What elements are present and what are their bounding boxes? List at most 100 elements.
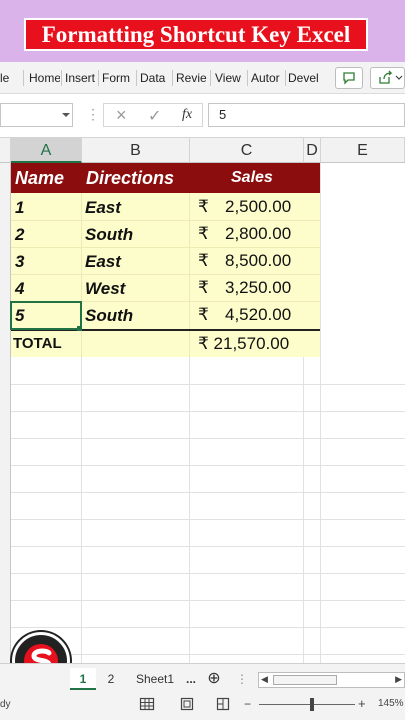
header-sales[interactable]: Sales [231, 163, 273, 193]
cell-amount[interactable]: 8,500.00 [225, 247, 291, 274]
sheet-tab-1[interactable]: 1 [70, 668, 96, 690]
header-name[interactable]: Name [15, 163, 64, 193]
gridline [320, 163, 321, 663]
zoom-in-button[interactable]: + [358, 696, 366, 711]
status-bar: dy 1 2 Sheet1 ... ⊕ ⋮ ◀ ▶ − + 145% [0, 663, 405, 720]
tab-review[interactable]: Revie [176, 71, 207, 85]
gridline [81, 193, 82, 357]
cell-direction[interactable]: South [85, 221, 133, 248]
gridline [11, 573, 405, 574]
cell-direction[interactable]: East [85, 194, 121, 221]
column-header-e[interactable]: E [321, 138, 405, 163]
banner-title: Formatting Shortcut Key Excel [24, 18, 368, 51]
share-icon [379, 70, 403, 84]
gridline [11, 519, 405, 520]
page-layout-icon[interactable] [179, 696, 195, 712]
cell-direction[interactable]: East [85, 248, 121, 275]
tab-developer[interactable]: Devel [288, 71, 320, 85]
cell-name[interactable]: 2 [15, 221, 24, 248]
table-body: 1 East ₹ 2,500.00 2 South ₹ 2,800.00 3 E… [10, 193, 320, 357]
cell-amount[interactable]: 2,500.00 [225, 193, 291, 220]
insert-function-icon[interactable]: fx [182, 107, 192, 123]
gridline [11, 465, 405, 466]
tab-home[interactable]: Home [29, 71, 60, 85]
cell-amount[interactable]: 2,800.00 [225, 220, 291, 247]
comments-button[interactable] [335, 67, 363, 89]
cell-name[interactable]: 3 [15, 248, 24, 275]
cell-name[interactable]: 5 [15, 302, 24, 329]
tab-data[interactable]: Data [140, 71, 171, 85]
tab-separator [210, 70, 211, 86]
cell-direction[interactable]: South [85, 302, 133, 329]
page-break-icon[interactable] [215, 696, 231, 712]
zoom-slider-handle[interactable] [310, 698, 314, 711]
tab-separator [61, 70, 62, 86]
formula-input[interactable]: 5 [208, 103, 405, 127]
formula-bar-dots: ⋮ [86, 106, 100, 122]
tab-separator [136, 70, 137, 86]
comment-icon [343, 72, 355, 85]
tab-separator [23, 70, 24, 86]
column-header-b[interactable]: B [82, 138, 190, 163]
scroll-right-icon[interactable]: ▶ [395, 674, 402, 685]
gridline [11, 627, 405, 628]
cell-currency: ₹ [198, 251, 209, 270]
cell-amount[interactable]: 3,250.00 [225, 274, 291, 301]
column-header-a[interactable]: A [11, 138, 82, 163]
total-value[interactable]: ₹ 21,570.00 [198, 330, 289, 357]
zoom-level[interactable]: 145% [378, 698, 404, 709]
more-sheets-button[interactable]: ... [183, 668, 199, 690]
scroll-left-icon[interactable]: ◀ [261, 674, 268, 685]
zoom-slider[interactable] [259, 704, 355, 705]
horizontal-scrollbar[interactable]: ◀ ▶ [258, 672, 405, 688]
normal-view-icon[interactable] [139, 696, 155, 712]
zoom-out-button[interactable]: − [244, 697, 251, 711]
chevron-down-icon [62, 113, 70, 117]
sheet-scroll-dots: ⋮ [236, 672, 248, 686]
gridline [11, 654, 405, 655]
tab-insert[interactable]: Insert [65, 71, 96, 85]
column-header-d[interactable]: D [304, 138, 321, 163]
formula-bar: ⋮ × ✓ fx 5 [0, 94, 405, 138]
gridline [11, 438, 405, 439]
table-header-row: Name Directions Sales [11, 163, 320, 193]
gridline [11, 492, 405, 493]
cell-currency: ₹ [198, 305, 209, 324]
tab-separator [98, 70, 99, 86]
tab-separator [172, 70, 173, 86]
video-banner: Formatting Shortcut Key Excel [0, 0, 405, 62]
row-headers[interactable] [0, 163, 11, 663]
share-button[interactable] [370, 67, 405, 89]
cancel-icon[interactable]: × [116, 105, 127, 126]
cell-currency: ₹ [198, 278, 209, 297]
sheet-tab-2[interactable]: 2 [100, 668, 122, 690]
cell-name[interactable]: 1 [15, 194, 24, 221]
scrollbar-thumb[interactable] [273, 675, 337, 685]
cell-name[interactable]: 4 [15, 275, 24, 302]
gridline [11, 384, 405, 385]
cell-currency: ₹ [198, 197, 209, 216]
cell-amount[interactable]: 4,520.00 [225, 301, 291, 328]
formula-bar-buttons: × ✓ fx [103, 103, 203, 127]
total-label[interactable]: TOTAL [13, 330, 62, 357]
tab-separator [247, 70, 248, 86]
tab-file[interactable]: le [0, 71, 9, 85]
gridline [11, 600, 405, 601]
ribbon-tab-bar: le Home Insert Form Data Revie View Auto… [0, 62, 405, 94]
tab-view[interactable]: View [215, 71, 245, 85]
tab-format[interactable]: Form [102, 71, 133, 85]
cell-currency: ₹ [198, 224, 209, 243]
tab-separator [285, 70, 286, 86]
cell-direction[interactable]: West [85, 275, 125, 302]
status-text: dy [0, 699, 11, 710]
header-directions[interactable]: Directions [86, 163, 174, 193]
gridline [11, 546, 405, 547]
tab-automate[interactable]: Autor [251, 71, 283, 85]
fill-handle[interactable] [77, 326, 82, 331]
select-all-corner[interactable] [0, 138, 11, 163]
add-sheet-button[interactable]: ⊕ [204, 668, 224, 690]
name-box[interactable] [0, 103, 73, 127]
enter-icon[interactable]: ✓ [148, 106, 161, 126]
sheet-tab-sheet1[interactable]: Sheet1 [134, 668, 176, 690]
column-header-c[interactable]: C [190, 138, 304, 163]
